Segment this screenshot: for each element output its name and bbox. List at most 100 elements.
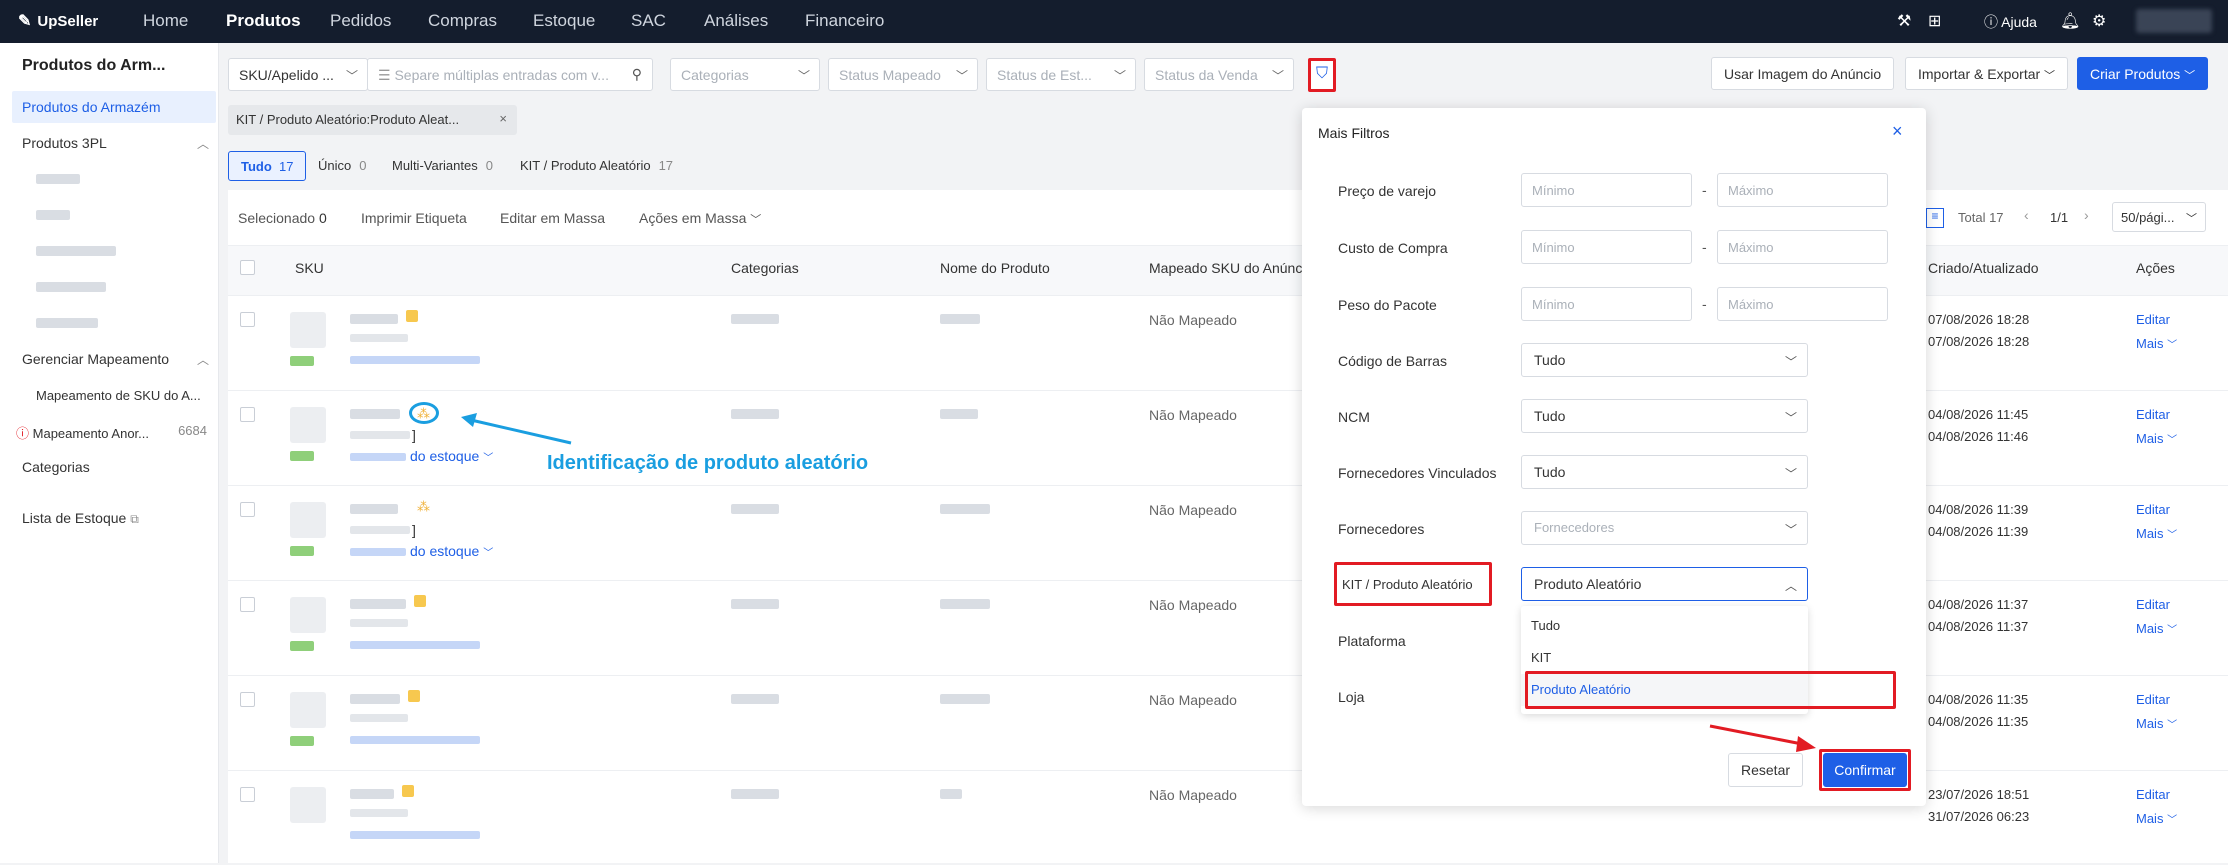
edit-link[interactable]: Editar	[2136, 597, 2170, 612]
user-account-avatar[interactable]	[2136, 9, 2212, 33]
stock-detail-link-blurred[interactable]	[350, 736, 480, 744]
help-link[interactable]: ⓘ Ajuda	[1984, 12, 2037, 32]
row-checkbox[interactable]	[240, 407, 255, 422]
status-venda-select[interactable]: Status da Venda ﹀	[1144, 58, 1294, 91]
mapeado-status: Não Mapeado	[1149, 597, 1237, 613]
option-tudo[interactable]: Tudo	[1531, 618, 1560, 633]
peso-max-input[interactable]: Máximo	[1717, 287, 1888, 321]
row-checkbox[interactable]	[240, 312, 255, 327]
row-checkbox[interactable]	[240, 692, 255, 707]
more-dropdown[interactable]: Mais ﹀	[2136, 811, 2177, 826]
confirm-button[interactable]: Confirmar	[1823, 753, 1907, 787]
stock-detail-link-blurred[interactable]	[350, 641, 480, 649]
sidebar-subitem-blurred[interactable]	[36, 210, 70, 220]
preco-max-input[interactable]: Máximo	[1717, 173, 1888, 207]
edit-link[interactable]: Editar	[2136, 312, 2170, 327]
editar-massa-button[interactable]: Editar em Massa	[500, 210, 605, 226]
sidebar-subitem-blurred[interactable]	[36, 174, 80, 184]
more-dropdown[interactable]: Mais ﹀	[2136, 431, 2177, 446]
tools-icon[interactable]: ⚒	[1897, 11, 1911, 31]
stock-detail-link-blurred[interactable]	[350, 356, 480, 364]
sidebar-item-categorias[interactable]: Categorias	[22, 459, 90, 475]
nav-estoque[interactable]: Estoque	[533, 11, 595, 31]
nav-analises[interactable]: Análises	[704, 11, 768, 31]
nav-produtos[interactable]: Produtos	[226, 11, 301, 31]
sku-type-select[interactable]: SKU/Apelido ... ﹀	[228, 58, 368, 91]
row-checkbox[interactable]	[240, 787, 255, 802]
ncm-select[interactable]: Tudo ﹀	[1521, 399, 1808, 433]
more-filters-funnel-icon[interactable]: ⛉	[1308, 58, 1336, 92]
upseller-logo[interactable]: ✎ UpSeller	[18, 11, 98, 31]
importar-exportar-button[interactable]: Importar & Exportar ﹀	[1905, 57, 2069, 90]
mapeado-status: Não Mapeado	[1149, 787, 1237, 803]
notification-bell-icon[interactable]: 🔔︎	[2060, 11, 2080, 31]
nav-financeiro[interactable]: Financeiro	[805, 11, 884, 31]
tab-unico[interactable]: Único 0	[318, 158, 366, 173]
edit-link[interactable]: Editar	[2136, 787, 2170, 802]
nav-compras[interactable]: Compras	[428, 11, 497, 31]
imprimir-etiqueta-button[interactable]: Imprimir Etiqueta	[361, 210, 467, 226]
edit-link[interactable]: Editar	[2136, 502, 2170, 517]
panel-title: Mais Filtros	[1318, 125, 1390, 141]
prev-page-icon[interactable]: ‹	[2024, 207, 2029, 223]
option-kit[interactable]: KIT	[1531, 650, 1551, 665]
tab-multi-variantes[interactable]: Multi-Variantes 0	[392, 158, 493, 173]
sidebar-item-mapeamento-anormal[interactable]: ⓘ Mapeamento Anor... 6684	[16, 423, 211, 442]
kit-produto-aleatorio-select[interactable]: Produto Aleatório ︿	[1521, 567, 1808, 601]
next-page-icon[interactable]: ›	[2084, 207, 2089, 223]
row-checkbox[interactable]	[240, 597, 255, 612]
sidebar-item-produtos-armazem[interactable]: Produtos do Armazém	[12, 91, 216, 123]
select-all-checkbox[interactable]	[240, 260, 255, 275]
criar-produtos-button[interactable]: Criar Produtos ﹀	[2077, 57, 2209, 90]
nav-home[interactable]: Home	[143, 11, 188, 31]
stock-detail-link[interactable]: do estoque ﹀	[410, 543, 493, 559]
acoes-massa-dropdown[interactable]: Ações em Massa ﹀	[639, 210, 761, 227]
status-mapeado-select[interactable]: Status Mapeado ﹀	[828, 58, 978, 91]
updated-date: 04/08/2026 11:37	[1928, 619, 2029, 634]
product-name-blurred	[940, 504, 990, 514]
sidebar-subitem-blurred[interactable]	[36, 246, 116, 256]
more-dropdown[interactable]: Mais ﹀	[2136, 621, 2177, 636]
edit-link[interactable]: Editar	[2136, 692, 2170, 707]
close-icon[interactable]: ×	[499, 111, 507, 126]
sku-text-blurred	[350, 504, 398, 514]
more-dropdown[interactable]: Mais ﹀	[2136, 336, 2177, 351]
custo-min-input[interactable]: Mínimo	[1521, 230, 1692, 264]
custo-max-input[interactable]: Máximo	[1717, 230, 1888, 264]
row-checkbox[interactable]	[240, 502, 255, 517]
sidebar-group-3pl[interactable]: Produtos 3PL ︿	[22, 135, 209, 151]
col-sku: SKU	[295, 260, 324, 276]
nav-sac[interactable]: SAC	[631, 11, 666, 31]
codigo-barras-select[interactable]: Tudo ﹀	[1521, 343, 1808, 377]
stock-detail-link[interactable]: do estoque ﹀	[410, 448, 493, 464]
sidebar-item-lista-estoque[interactable]: Lista de Estoque ⧉	[22, 510, 139, 527]
search-icon[interactable]: ⚲	[632, 66, 642, 83]
settings-gear-icon[interactable]: ⚙	[2092, 11, 2106, 31]
fornecedores-select[interactable]: Fornecedores ﹀	[1521, 511, 1808, 545]
preco-min-input[interactable]: Mínimo	[1521, 173, 1692, 207]
more-dropdown[interactable]: Mais ﹀	[2136, 526, 2177, 541]
per-page-select[interactable]: 50/pági... ﹀	[2112, 202, 2206, 232]
mapeado-status: Não Mapeado	[1149, 312, 1237, 328]
stock-detail-link-blurred[interactable]	[350, 831, 480, 839]
categorias-select[interactable]: Categorias ﹀	[670, 58, 820, 91]
sidebar-subitem-blurred[interactable]	[36, 318, 98, 328]
sidebar-item-mapeamento-sku[interactable]: Mapeamento de SKU do A...	[36, 388, 201, 403]
close-icon[interactable]: ×	[1892, 121, 1903, 142]
apps-grid-icon[interactable]: ⊞	[1928, 11, 1941, 31]
tab-kit-produto-aleatorio[interactable]: KIT / Produto Aleatório 17	[520, 158, 673, 173]
sidebar-subitem-blurred[interactable]	[36, 282, 106, 292]
peso-min-input[interactable]: Mínimo	[1521, 287, 1692, 321]
reset-button[interactable]: Resetar	[1728, 753, 1804, 787]
nav-pedidos[interactable]: Pedidos	[330, 11, 391, 31]
tab-tudo[interactable]: Tudo 17	[228, 151, 306, 181]
status-estoque-select[interactable]: Status de Est... ﹀	[986, 58, 1136, 91]
sku-search-input[interactable]: ☰ Separe múltiplas entradas com v... ⚲	[367, 58, 653, 91]
usar-imagem-button[interactable]: Usar Imagem do Anúncio	[1711, 57, 1895, 90]
sku-text-blurred	[350, 599, 406, 609]
more-dropdown[interactable]: Mais ﹀	[2136, 716, 2177, 731]
sidebar-group-mapeamento[interactable]: Gerenciar Mapeamento ︿	[22, 351, 209, 367]
edit-link[interactable]: Editar	[2136, 407, 2170, 422]
fornecedores-vinculados-select[interactable]: Tudo ﹀	[1521, 455, 1808, 489]
list-view-icon[interactable]: ≡	[1926, 208, 1944, 228]
